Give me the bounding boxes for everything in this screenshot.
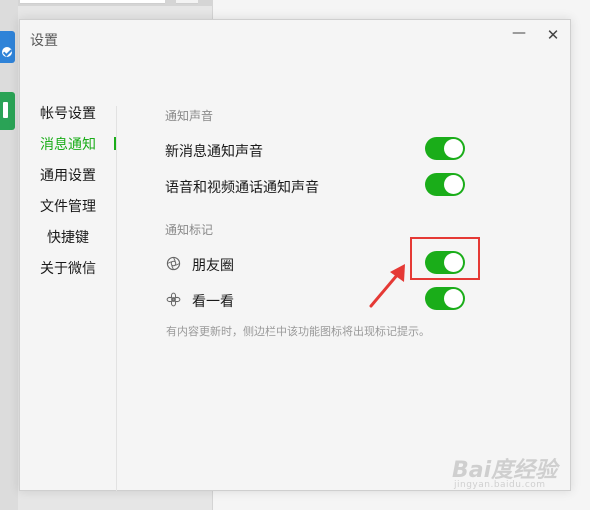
minimize-button[interactable]: — (508, 24, 530, 46)
toggle-knob (444, 139, 463, 158)
annotation-highlight-box (410, 237, 480, 280)
top-stories-label: 看一看 (192, 294, 234, 310)
watermark-sub-text: jingyan.baidu.com (454, 480, 546, 490)
top-stories-toggle[interactable] (425, 287, 465, 310)
call-sound-toggle[interactable] (425, 173, 465, 196)
moments-icon (166, 256, 181, 271)
nav-divider (116, 106, 117, 491)
background-sidebar (0, 0, 18, 510)
annotation-arrow-icon (369, 264, 405, 308)
nav-item-account-settings[interactable]: 帐号设置 (40, 103, 96, 123)
close-button[interactable]: ✕ (542, 24, 564, 46)
toggle-knob (444, 175, 463, 194)
dialog-title: 设置 (30, 33, 58, 49)
top-stories-icon (166, 292, 181, 307)
nav-item-about-wechat[interactable]: 关于微信 (40, 258, 96, 278)
call-sound-label: 语音和视频通话通知声音 (165, 180, 319, 196)
baidu-watermark: Bai度经验 jingyan.baidu.com (452, 450, 582, 500)
moments-label: 朋友圈 (192, 258, 234, 274)
nav-item-shortcuts[interactable]: 快捷键 (47, 227, 89, 247)
background-search-input (20, 0, 165, 4)
settings-dialog: 设置 — ✕ 帐号设置 消息通知 通用设置 文件管理 快捷键 关于微信 通知声音… (19, 19, 571, 491)
section-title-badge: 通知标记 (165, 223, 214, 237)
new-message-sound-toggle[interactable] (425, 137, 465, 160)
nav-item-file-management[interactable]: 文件管理 (40, 196, 96, 216)
toggle-knob (444, 289, 463, 308)
nav-item-general-settings[interactable]: 通用设置 (40, 165, 96, 185)
new-message-sound-label: 新消息通知声音 (165, 144, 263, 160)
nav-item-notifications[interactable]: 消息通知 (40, 134, 96, 154)
background-app-icon-green (0, 92, 15, 130)
section-title-sound: 通知声音 (165, 109, 214, 123)
background-app-icon-blue (0, 31, 15, 63)
background-add-button (176, 0, 198, 4)
badge-hint-text: 有内容更新时，侧边栏中该功能图标将出现标记提示。 (166, 325, 430, 338)
